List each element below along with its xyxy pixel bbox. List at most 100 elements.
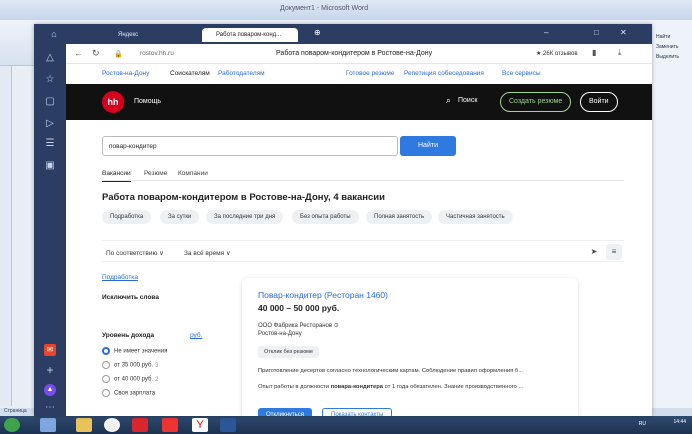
vacancy-company-name: ООО Фабрика Ресторанов — [258, 323, 333, 329]
no-resume-badge: Отклик без резюме — [258, 346, 319, 358]
word-titlebar: Документ1 - Microsoft Word — [0, 0, 692, 20]
sort-period-label: За всё время — [184, 250, 225, 257]
star-icon[interactable]: ☆ — [44, 74, 56, 86]
url-field[interactable]: rostov.hh.ru — [140, 50, 174, 57]
hh-page: Ростов-на-Дону Соискателям Работодателям… — [66, 64, 652, 416]
vacancy-title-link[interactable]: Повар-кондитер (Ресторан 1460) — [258, 290, 388, 300]
search-input[interactable]: повар-кондитер ⚙ — [102, 136, 410, 156]
search-icon[interactable]: ⌕ — [446, 95, 451, 106]
word-right-ribbon: Найти Заменить Выделить — [652, 20, 692, 408]
vacancy-company-link[interactable]: ООО Фабрика Ресторанов ⊙ — [258, 322, 339, 329]
map-view-icon[interactable]: ➤ — [586, 244, 602, 260]
radio-icon — [102, 361, 110, 369]
mail-icon[interactable]: ✉ — [44, 344, 56, 356]
vacancy-city: Ростов-на-Дону — [258, 331, 302, 337]
word-select-button[interactable]: Выделить — [656, 54, 679, 60]
tab-companies[interactable]: Компании — [178, 170, 208, 177]
ready-resume-link[interactable]: Готовое резюме — [346, 70, 394, 77]
word-replace-button[interactable]: Заменить — [656, 44, 678, 50]
income-option[interactable]: Не имеет значения — [102, 347, 167, 357]
exclude-words-title[interactable]: Исключить слова — [102, 294, 159, 301]
minimize-icon[interactable]: – — [544, 28, 548, 37]
chevron-down-icon: ∨ — [225, 250, 231, 257]
chip-part-time-employment[interactable]: Частичная занятость — [438, 210, 513, 224]
city-link[interactable]: Ростов-на-Дону — [102, 70, 149, 77]
home-icon[interactable]: ⌂ — [48, 28, 60, 40]
bookmark-icon[interactable]: ▮ — [592, 48, 596, 57]
vacancy-requirements: Опыт работы в должности повара-кондитера… — [258, 384, 574, 390]
word-find-button[interactable]: Найти — [656, 34, 670, 40]
filter-part-time-link[interactable]: Подработка — [102, 274, 138, 281]
tab-yandex-label: Яндекс — [118, 32, 139, 38]
yandex-y-icon[interactable]: Y — [192, 418, 208, 432]
income-option[interactable]: Своя зарплата — [102, 389, 155, 399]
address-bar: ← ↻ 🔒 rostov.hh.ru Работа поваром-кондит… — [66, 44, 652, 64]
income-option-count: 2 — [155, 376, 159, 383]
back-icon[interactable]: ← — [74, 48, 83, 58]
download-icon[interactable]: ⤓ — [618, 48, 622, 58]
more-icon[interactable]: ⋯ — [44, 402, 56, 414]
tab-resumes[interactable]: Резюме — [144, 170, 167, 177]
tabs-divider — [102, 180, 624, 181]
income-option-label: от 35 000 руб. — [114, 362, 154, 369]
tray-language[interactable]: RU — [639, 421, 646, 427]
income-option[interactable]: от 35 000 руб. 3 — [102, 361, 158, 371]
sort-order-label: По соответствию — [106, 250, 158, 257]
interview-link[interactable]: Репетиция собеседования — [404, 70, 484, 77]
notes-icon[interactable]: ☰ — [44, 138, 56, 150]
hh-logo[interactable]: hh — [102, 91, 124, 113]
income-option-count: 3 — [155, 362, 159, 369]
bell-icon[interactable]: △ — [44, 52, 56, 64]
login-button[interactable]: Войти — [580, 92, 618, 112]
filter-column: Подработка Исключить слова Уровень доход… — [102, 274, 212, 416]
employers-link[interactable]: Работодателям — [218, 70, 265, 77]
header-search-link[interactable]: Поиск — [458, 97, 477, 104]
close-icon[interactable]: ✕ — [620, 28, 627, 37]
chip-per-day[interactable]: За сутки — [160, 210, 200, 224]
list-view-icon[interactable]: ≡ — [606, 244, 622, 260]
vacancy-salary: 40 000 – 50 000 руб. — [258, 303, 340, 313]
start-button-icon[interactable] — [4, 418, 20, 432]
chip-last-three-days[interactable]: За последние три дня — [206, 210, 284, 224]
new-tab-icon[interactable]: ⊕ — [314, 28, 321, 37]
explorer-icon[interactable] — [76, 418, 92, 432]
refresh-icon[interactable]: ↻ — [92, 48, 100, 59]
tab-hh-label: Работа поваром-конд... — [216, 32, 282, 38]
help-link[interactable]: Помощь — [134, 98, 161, 105]
alice-icon[interactable]: ▲ — [44, 384, 56, 396]
vacancy-description: Приготовление десертов согласно технолог… — [258, 368, 524, 374]
sort-period-select[interactable]: За всё время ∨ — [184, 249, 231, 257]
chip-full-time[interactable]: Полная занятость — [366, 210, 433, 224]
add-icon[interactable]: + — [44, 364, 56, 376]
tab-hh[interactable]: Работа поваром-конд... — [202, 28, 298, 42]
req-text: от 1 года обязателен. Знание производств… — [383, 384, 524, 390]
hh-header: hh Помощь ⌕ Поиск Создать резюме Войти — [66, 84, 652, 120]
seekers-link[interactable]: Соискателям — [170, 70, 210, 77]
income-option[interactable]: от 40 000 руб. 2 — [102, 375, 158, 385]
lock-icon[interactable]: 🔒 — [114, 50, 123, 58]
sort-order-select[interactable]: По соответствию ∨ — [106, 249, 164, 257]
all-services-link[interactable]: Все сервисы — [502, 70, 541, 77]
tray-clock[interactable]: 14:44 — [673, 419, 686, 425]
respond-button[interactable]: Откликнуться — [258, 408, 313, 416]
income-option-label: от 40 000 руб. — [114, 376, 154, 383]
req-text: Опыт работы в должности — [258, 384, 331, 390]
maximize-icon[interactable]: □ — [594, 28, 599, 37]
chip-part-time[interactable]: Подработка — [102, 210, 152, 224]
tab-yandex[interactable]: Яндекс — [104, 28, 138, 42]
collections-icon[interactable]: ▢ — [44, 96, 56, 108]
chrome-icon[interactable] — [104, 418, 120, 432]
find-button[interactable]: Найти — [400, 136, 456, 156]
gallery-icon[interactable]: ▣ — [44, 160, 56, 172]
play-icon[interactable]: ▷ — [44, 118, 56, 130]
taskbar-app-icon[interactable] — [40, 418, 56, 432]
create-resume-button[interactable]: Создать резюме — [500, 92, 572, 112]
reviews-badge[interactable]: ★ 26К отзывов — [536, 50, 578, 57]
show-contacts-button[interactable]: Показать контакты — [322, 408, 393, 416]
income-currency-link[interactable]: руб. — [190, 332, 202, 339]
income-option-label: Не имеет значения — [114, 348, 168, 355]
chip-no-experience[interactable]: Без опыта работы — [292, 210, 359, 224]
word-taskbar-icon[interactable] — [220, 418, 236, 432]
yandex-browser-icon[interactable] — [162, 418, 178, 432]
opera-icon[interactable] — [132, 418, 148, 432]
